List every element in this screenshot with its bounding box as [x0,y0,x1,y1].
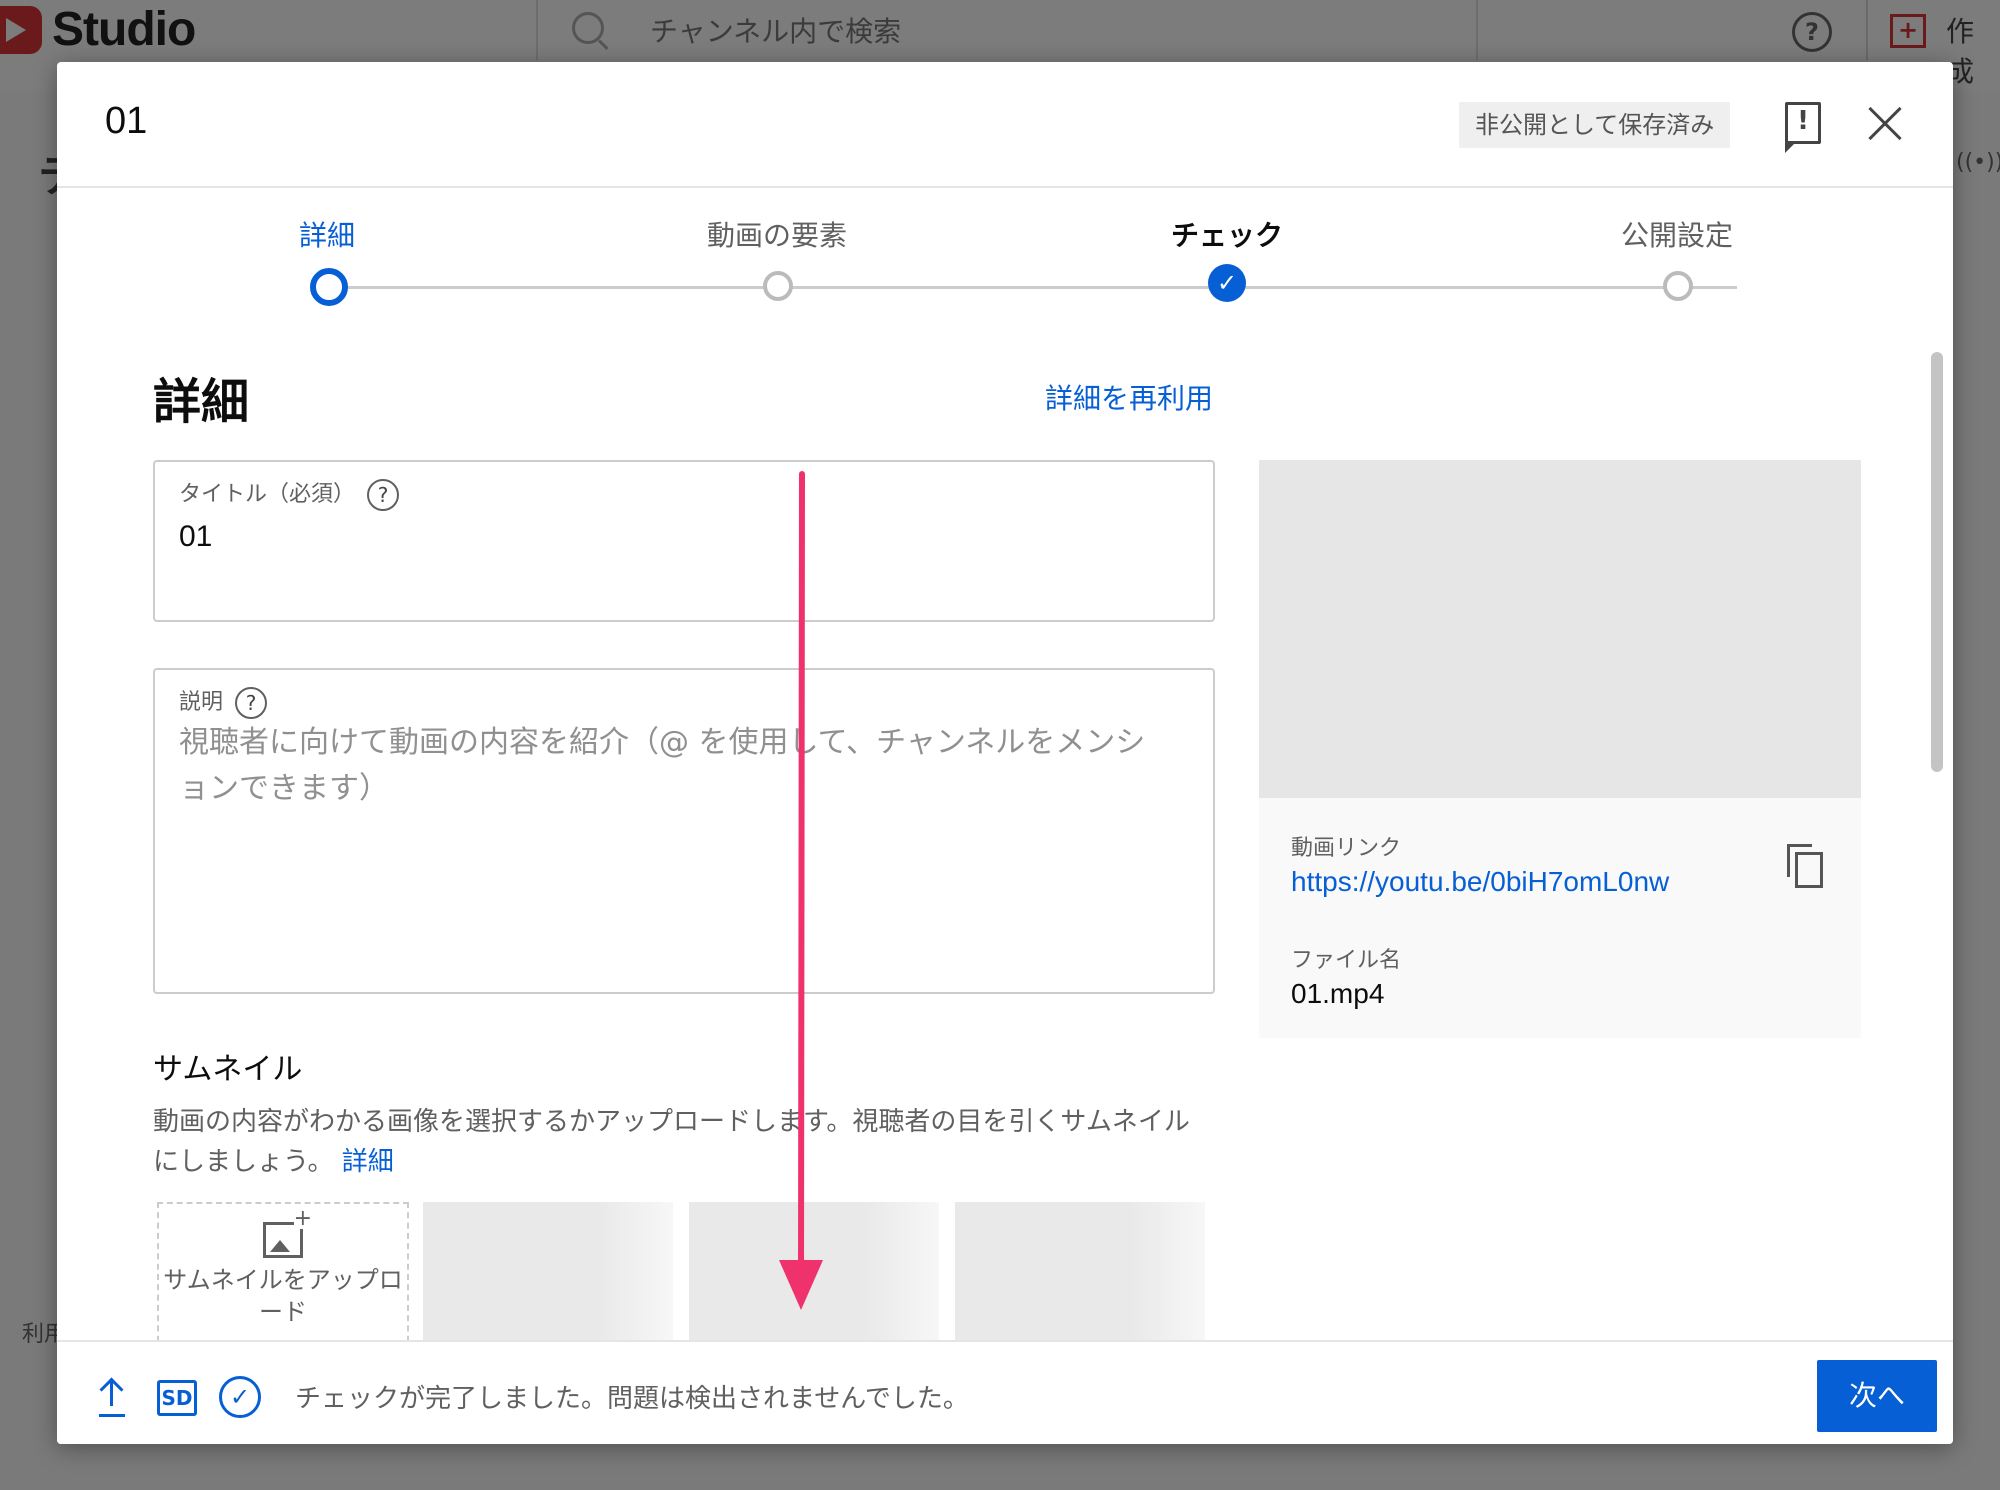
youtube-logo-icon [0,6,42,54]
step-label: 公開設定 [1620,219,1733,252]
step-label: チェック [1170,219,1283,252]
title-input[interactable]: 01 [179,520,212,554]
title-field-label: タイトル（必須）? [179,476,400,511]
details-heading: 詳細 [153,374,250,430]
step-video-elements[interactable]: 動画の要素 [657,216,897,301]
description-label-text: 説明 [179,690,224,715]
video-details-dialog: 01 非公開として保存済み 詳細 動画の要素 チェック ✓ 公開設定 詳細 詳細… [57,62,1953,1444]
live-icon: ((•)) [1956,150,2000,175]
thumbnail-heading: サムネイル [153,1052,303,1087]
next-button[interactable]: 次へ [1817,1360,1937,1432]
thumbnail-description-text: 動画の内容がわかる画像を選択するかアップロードします。視聴者の目を引くサムネイル… [153,1107,1190,1177]
dialog-footer: SD ✓ チェックが完了しました。問題は検出されませんでした。 次へ [57,1340,1953,1444]
stepper-track [327,286,1737,289]
channel-search[interactable]: チャンネル内で検索 [536,0,1478,60]
video-link-label: 動画リンク [1291,836,1402,861]
checks-complete-icon[interactable]: ✓ [219,1376,261,1418]
thumbnail-learn-more-link[interactable]: 詳細 [342,1147,394,1177]
help-icon[interactable]: ? [1792,12,1832,52]
dialog-scrollbar[interactable] [1931,352,1943,772]
auto-thumbnail-option[interactable] [955,1202,1205,1352]
video-preview[interactable] [1259,460,1861,798]
filename-value: 01.mp4 [1291,978,1385,1009]
step-active-dot-icon [310,268,348,306]
studio-logo-text: Studio [52,3,196,56]
title-label-text: タイトル（必須） [179,482,356,507]
step-complete-check-icon: ✓ [1208,264,1246,302]
step-pending-dot-icon [763,271,793,301]
auto-thumbnail-option[interactable] [689,1202,939,1352]
search-placeholder: チャンネル内で検索 [650,15,902,48]
auto-thumbnail-option[interactable] [423,1202,673,1352]
create-button-label[interactable]: 作成 [1946,10,2000,90]
search-icon [572,12,604,44]
footer-status-text: チェックが完了しました。問題は検出されませんでした。 [295,1384,969,1414]
close-icon[interactable] [1865,104,1905,144]
reuse-details-link[interactable]: 詳細を再利用 [1045,377,1213,417]
upload-icon[interactable] [97,1378,127,1412]
step-label: 詳細 [298,219,355,252]
video-info-panel: 動画リンク https://youtu.be/0biH7omL0nw ファイル名… [1259,798,1861,1038]
topbar-divider [1866,0,1868,60]
thumbnail-description: 動画の内容がわかる画像を選択するかアップロードします。視聴者の目を引くサムネイル… [153,1102,1213,1182]
create-video-icon[interactable]: + [1890,14,1926,48]
description-field[interactable]: 説明? 視聴者に向けて動画の内容を紹介（@ を使用して、チャンネルをメンションで… [153,668,1215,994]
dialog-header: 01 非公開として保存済み [57,62,1953,188]
copy-icon[interactable] [1787,844,1823,888]
dialog-title: 01 [105,100,148,142]
thumbnail-upload-button[interactable]: サムネイルをアップロード [157,1202,409,1352]
description-field-label: 説明? [179,684,268,719]
filename-label: ファイル名 [1291,948,1402,973]
step-visibility[interactable]: 公開設定 [1557,216,1797,301]
upload-icon-base [99,1414,125,1417]
step-pending-dot-icon [1663,271,1693,301]
step-details[interactable]: 詳細 [207,216,447,306]
description-input-placeholder[interactable]: 視聴者に向けて動画の内容を紹介（@ を使用して、チャンネルをメンションできます） [179,720,1159,812]
thumbnail-upload-label: サムネイルをアップロード [163,1266,403,1326]
title-field[interactable]: タイトル（必須）? 01 [153,460,1215,622]
add-image-icon [263,1209,312,1258]
help-icon[interactable]: ? [235,687,268,719]
feedback-icon[interactable] [1785,102,1821,153]
video-link[interactable]: https://youtu.be/0biH7omL0nw [1291,866,1669,898]
step-label: 動画の要素 [706,219,847,252]
help-icon[interactable]: ? [367,479,400,511]
saved-status-badge: 非公開として保存済み [1459,102,1731,148]
sd-quality-icon[interactable]: SD [157,1380,197,1416]
step-checks[interactable]: チェック ✓ [1107,216,1347,302]
